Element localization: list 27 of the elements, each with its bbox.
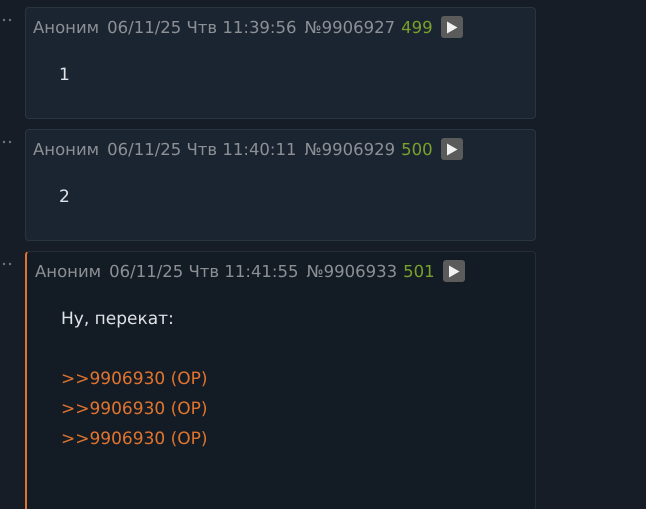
play-icon (448, 264, 460, 278)
play-button[interactable] (440, 16, 463, 38)
post-ordinal: 500 (401, 140, 433, 158)
post-ordinal: 501 (403, 262, 435, 280)
post-date: 06/11/25 Чтв 11:41:55 (109, 262, 298, 280)
reply-link[interactable]: >>9906930 (OP) (61, 364, 208, 394)
post-ordinal: 499 (401, 18, 433, 36)
post-number[interactable]: №9906927 (304, 18, 396, 36)
play-icon (446, 142, 458, 156)
post-text: Ну, перекат: (61, 308, 175, 331)
post-number[interactable]: №9906933 (306, 262, 398, 280)
author-name: Аноним (35, 262, 102, 280)
play-button[interactable] (442, 260, 465, 282)
post-text: 1 (59, 64, 71, 87)
play-icon (446, 20, 458, 34)
author-name: Аноним (33, 18, 100, 36)
post-text: 2 (59, 186, 71, 209)
drag-handle-icon[interactable] (2, 262, 12, 266)
reply-link[interactable]: >>9906930 (OP) (61, 394, 208, 424)
post-number[interactable]: №9906929 (304, 140, 396, 158)
post-date: 06/11/25 Чтв 11:40:11 (107, 140, 296, 158)
drag-handle-icon[interactable] (2, 140, 12, 144)
play-button[interactable] (440, 138, 463, 160)
reply-link[interactable]: >>9906930 (OP) (61, 424, 208, 454)
author-name: Аноним (33, 140, 100, 158)
post-date: 06/11/25 Чтв 11:39:56 (107, 18, 296, 36)
drag-handle-icon[interactable] (2, 18, 12, 22)
